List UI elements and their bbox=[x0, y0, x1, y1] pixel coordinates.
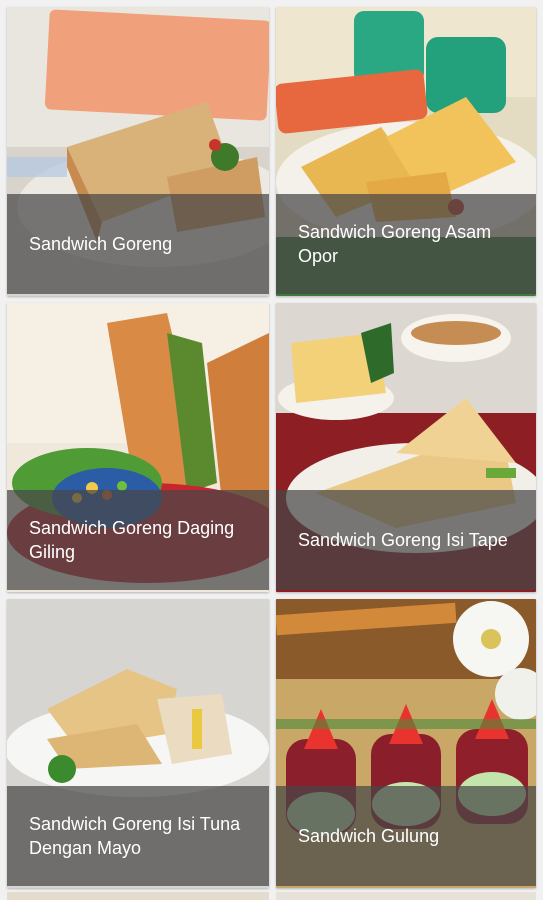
recipe-caption: Sandwich Goreng bbox=[7, 194, 269, 294]
recipe-title: Sandwich Goreng bbox=[29, 234, 173, 254]
next-row-card-peek bbox=[7, 892, 269, 900]
recipe-card-sandwich-goreng[interactable]: Sandwich Goreng bbox=[7, 7, 269, 296]
recipe-caption: Sandwich Goreng Daging Giling bbox=[7, 490, 269, 590]
recipe-card-sandwich-goreng-daging-giling[interactable]: Sandwich Goreng Daging Giling bbox=[7, 303, 269, 592]
recipe-grid: Sandwich Goreng Sandwich Goreng Asam Opo… bbox=[0, 0, 543, 900]
recipe-caption: Sandwich Goreng Asam Opor bbox=[276, 194, 536, 294]
recipe-caption: Sandwich Goreng Isi Tuna Dengan Mayo bbox=[7, 786, 269, 886]
recipe-title: Sandwich Goreng Daging Giling bbox=[29, 518, 235, 562]
recipe-caption: Sandwich Goreng Isi Tape bbox=[276, 490, 536, 590]
recipe-card-sandwich-goreng-asam-opor[interactable]: Sandwich Goreng Asam Opor bbox=[276, 7, 536, 296]
next-row-card-peek bbox=[276, 892, 536, 900]
recipe-card-sandwich-goreng-isi-tuna-dengan-mayo[interactable]: Sandwich Goreng Isi Tuna Dengan Mayo bbox=[7, 599, 269, 888]
recipe-card-sandwich-gulung[interactable]: Sandwich Gulung bbox=[276, 599, 536, 888]
recipe-title: Sandwich Gulung bbox=[298, 826, 440, 846]
recipe-title: Sandwich Goreng Asam Opor bbox=[298, 222, 492, 266]
recipe-caption: Sandwich Gulung bbox=[276, 786, 536, 886]
recipe-card-sandwich-goreng-isi-tape[interactable]: Sandwich Goreng Isi Tape bbox=[276, 303, 536, 592]
recipe-title: Sandwich Goreng Isi Tape bbox=[298, 530, 508, 550]
recipe-title: Sandwich Goreng Isi Tuna Dengan Mayo bbox=[29, 814, 241, 858]
